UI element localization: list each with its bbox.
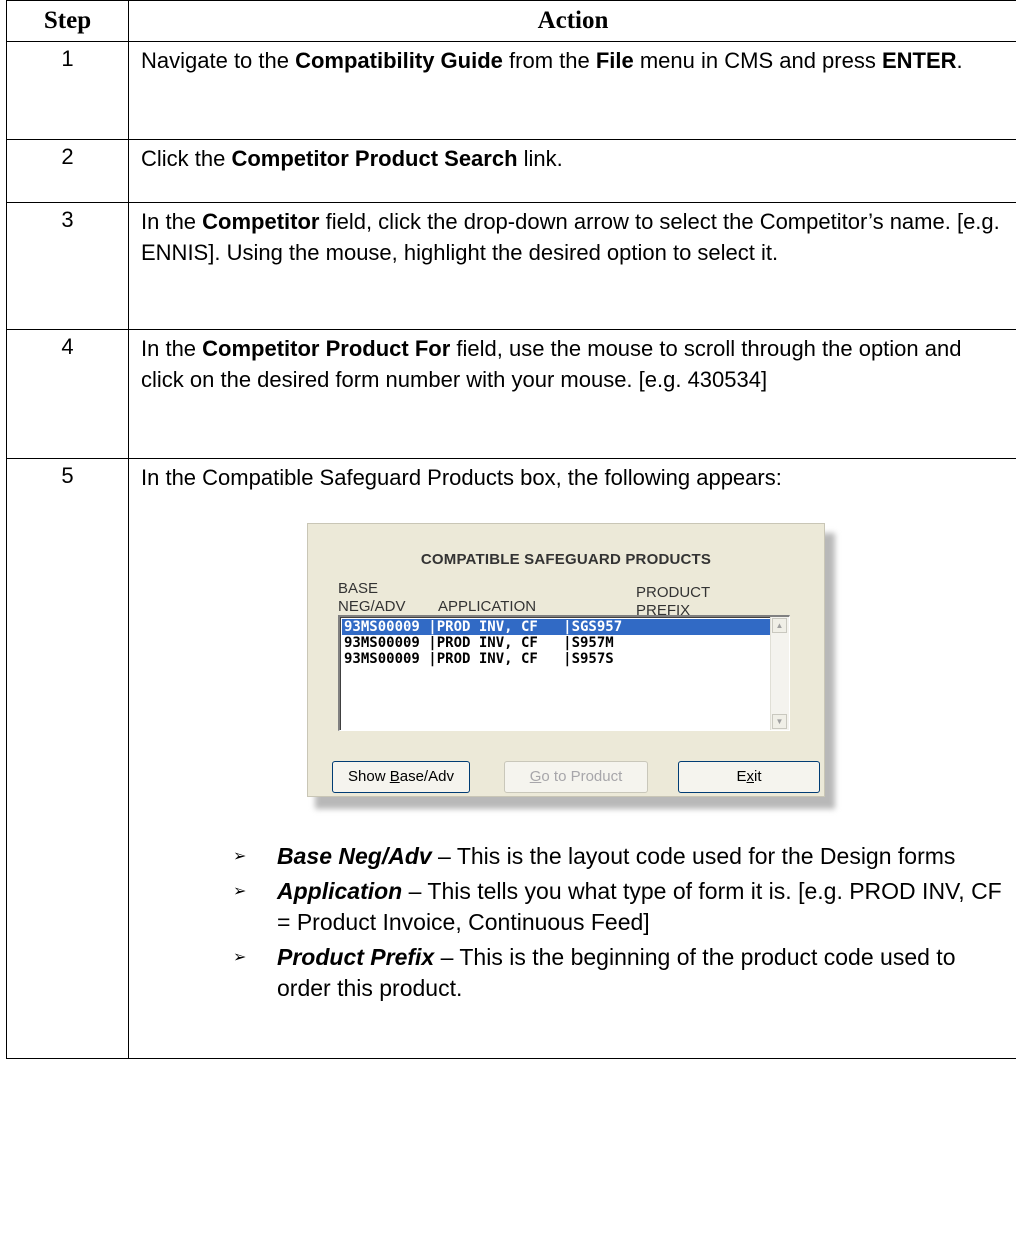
application-header: APPLICATION <box>438 598 537 615</box>
definitions-list: ➢ Base Neg/Adv – This is the layout code … <box>233 841 1007 1004</box>
step-number: 4 <box>6 329 129 459</box>
exit-button[interactable]: Exit <box>678 761 820 793</box>
products-listbox[interactable]: 93MS00009 |PROD INV, CF |SGS957 93MS0000… <box>338 615 790 731</box>
arrow-bullet-icon: ➢ <box>233 848 247 865</box>
step-action: In the Compatible Safeguard Products box… <box>128 458 1016 1059</box>
vertical-scrollbar[interactable]: ▲ ▼ <box>770 617 789 730</box>
arrow-bullet-icon: ➢ <box>233 883 247 900</box>
dialog-title: COMPATIBLE SAFEGUARD PRODUCTS <box>420 551 712 568</box>
definition-item: ➢ Product Prefix – This is the beginning … <box>233 944 956 1001</box>
step-row: 2 Click the Competitor Product Search li… <box>6 139 1016 203</box>
step-action: Navigate to the Compatibility Guide from… <box>128 41 1016 140</box>
base-neg-adv-header: BASE NEG/ADV <box>338 580 406 615</box>
listbox-rows: 93MS00009 |PROD INV, CF |SGS957 93MS0000… <box>342 619 770 667</box>
step-column-header: Step <box>6 0 129 42</box>
arrow-down-icon[interactable]: ▼ <box>772 714 787 729</box>
arrow-bullet-icon: ➢ <box>233 949 247 966</box>
step-number: 3 <box>6 202 129 330</box>
step-number: 1 <box>6 41 129 140</box>
step-row: 1 Navigate to the Compatibility Guide fr… <box>6 41 1016 140</box>
list-item[interactable]: 93MS00009 |PROD INV, CF |S957S <box>342 651 770 667</box>
step-row: 3 In the Competitor field, click the dro… <box>6 202 1016 330</box>
show-base-adv-button[interactable]: Show Base/Adv <box>332 761 470 793</box>
list-item[interactable]: 93MS00009 |PROD INV, CF |SGS957 <box>342 619 770 635</box>
dialog-screenshot: COMPATIBLE SAFEGUARD PRODUCTS BASE NEG/AD… <box>307 523 835 809</box>
compatible-products-dialog: COMPATIBLE SAFEGUARD PRODUCTS BASE NEG/AD… <box>307 523 825 797</box>
go-to-product-button[interactable]: Go to Product <box>504 761 648 793</box>
step-intro: In the Compatible Safeguard Products box… <box>141 465 782 490</box>
action-column-header: Action <box>128 0 1016 42</box>
steps-table: Step Action 1 Navigate to the Compatibil… <box>6 0 1016 1059</box>
list-item[interactable]: 93MS00009 |PROD INV, CF |S957M <box>342 635 770 651</box>
step-number: 2 <box>6 139 129 203</box>
step-row: 4 In the Competitor Product For field, u… <box>6 329 1016 459</box>
arrow-up-icon[interactable]: ▲ <box>772 618 787 633</box>
step-action: In the Competitor Product For field, use… <box>128 329 1016 459</box>
step-action: In the Competitor field, click the drop-… <box>128 202 1016 330</box>
step-number: 5 <box>6 458 129 1059</box>
step-action: Click the Competitor Product Search link… <box>128 139 1016 203</box>
definition-item: ➢ Base Neg/Adv – This is the layout code … <box>233 841 1007 872</box>
step-row: 5 In the Compatible Safeguard Products b… <box>6 458 1016 1059</box>
definition-item: ➢ Application – This tells you what type … <box>233 878 1002 935</box>
header-row: Step Action <box>6 0 1016 42</box>
